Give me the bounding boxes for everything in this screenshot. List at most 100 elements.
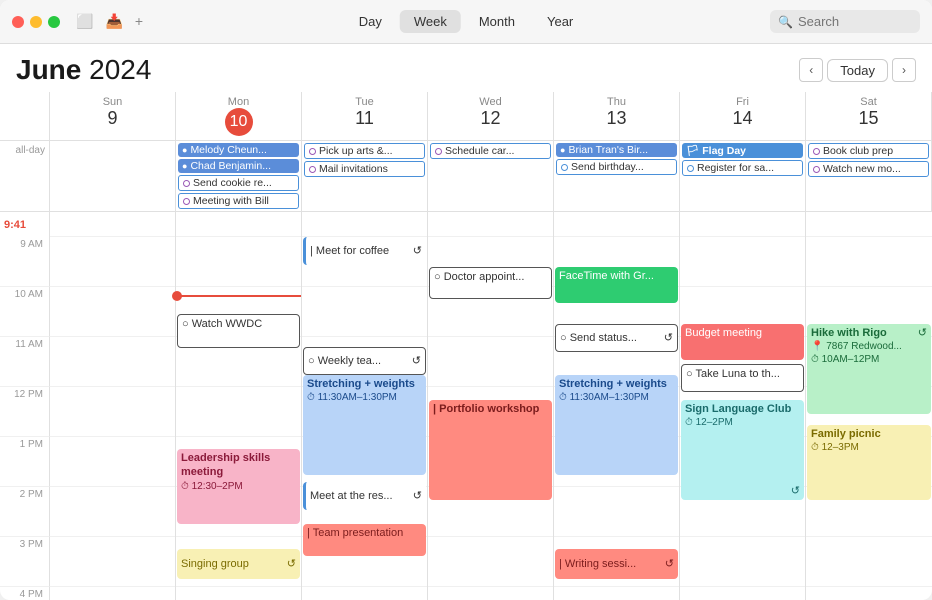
time-9am: 9 AM xyxy=(0,237,50,287)
allday-sat: Book club prep Watch new mo... xyxy=(806,141,932,211)
calendar-window: ⬜ 📥 + Day Week Month Year 🔍 June 2024 ‹ … xyxy=(0,0,932,600)
day-header-tue: Tue 11 xyxy=(302,92,428,140)
event-icon: ● xyxy=(182,145,187,155)
titlebar-right: 🔍 xyxy=(770,10,920,33)
event-doctor[interactable]: ○ Doctor appoint... xyxy=(429,267,552,299)
col-tue: | Meet for coffee↺ ○ Weekly tea...↺ Stre… xyxy=(302,212,428,600)
col-mon: ○ Watch WWDC Leadership skills meeting ⏱… xyxy=(176,212,302,600)
event-sign-language[interactable]: Sign Language Club ⏱ 12–2PM ↺ xyxy=(681,400,804,500)
event-register[interactable]: Register for sa... xyxy=(682,160,803,176)
event-leadership[interactable]: Leadership skills meeting ⏱ 12:30–2PM xyxy=(177,449,300,524)
allday-row: all-day ● Melody Cheun... ● Chad Benjami… xyxy=(0,141,932,212)
day-headers: Sun 9 Mon 10 Tue 11 Wed 12 Thu 13 xyxy=(0,92,932,141)
view-tabs: Day Week Month Year xyxy=(345,10,588,33)
event-meeting-bill[interactable]: Meeting with Bill xyxy=(178,193,299,209)
col-sat: Hike with Rigo ↺ 📍 7867 Redwood... ⏱ 10A… xyxy=(806,212,932,600)
time-grid: 9:41 9 AM 10 AM 11 AM 12 PM 1 PM 2 PM 3 … xyxy=(0,212,932,600)
time-grid-inner: 9:41 9 AM 10 AM 11 AM 12 PM 1 PM 2 PM 3 … xyxy=(0,212,932,600)
event-pickup-arts[interactable]: Pick up arts &... xyxy=(304,143,425,159)
event-writing[interactable]: | Writing sessi...↺ xyxy=(555,549,678,579)
main-content: June 2024 ‹ Today › Sun 9 Mon 10 xyxy=(0,44,932,600)
sidebar-toggle-icon[interactable]: ⬜ xyxy=(76,13,93,30)
event-team-presentation[interactable]: | Team presentation xyxy=(303,524,426,556)
search-input[interactable] xyxy=(798,14,912,29)
tab-year[interactable]: Year xyxy=(533,10,587,33)
event-singing[interactable]: Singing group↺ xyxy=(177,549,300,579)
event-send-birthday[interactable]: Send birthday... xyxy=(556,159,677,175)
time-3pm: 3 PM xyxy=(0,537,50,587)
time-1pm: 1 PM xyxy=(0,437,50,487)
event-send-status[interactable]: ○ Send status...↺ xyxy=(555,324,678,352)
dot-icon xyxy=(561,164,568,171)
month-year-title: June 2024 xyxy=(16,54,151,86)
calendar-grid: Sun 9 Mon 10 Tue 11 Wed 12 Thu 13 xyxy=(0,92,932,600)
dot-icon xyxy=(309,148,316,155)
event-schedule-car[interactable]: Schedule car... xyxy=(430,143,551,159)
event-brian-bday[interactable]: ● Brian Tran's Bir... xyxy=(556,143,677,157)
next-button[interactable]: › xyxy=(892,58,916,82)
event-portfolio[interactable]: | Portfolio workshop xyxy=(429,400,552,500)
inbox-icon[interactable]: 📥 xyxy=(105,13,122,30)
day-header-mon: Mon 10 xyxy=(176,92,302,140)
allday-wed: Schedule car... xyxy=(428,141,554,211)
dot-icon xyxy=(813,148,820,155)
time-11am: 11 AM xyxy=(0,337,50,387)
event-budget[interactable]: Budget meeting xyxy=(681,324,804,360)
current-time-dot xyxy=(172,291,182,301)
today-button[interactable]: Today xyxy=(827,59,888,82)
search-icon: 🔍 xyxy=(778,15,793,29)
nav-buttons: ‹ Today › xyxy=(799,58,916,82)
event-watch-wwdc[interactable]: ○ Watch WWDC xyxy=(177,314,300,348)
event-hike[interactable]: Hike with Rigo ↺ 📍 7867 Redwood... ⏱ 10A… xyxy=(807,324,931,414)
allday-fri: 🏳 Flag Day Register for sa... xyxy=(680,141,806,211)
allday-thu: ● Brian Tran's Bir... Send birthday... xyxy=(554,141,680,211)
allday-label: all-day xyxy=(0,141,50,211)
event-watch-new[interactable]: Watch new mo... xyxy=(808,161,929,177)
search-box[interactable]: 🔍 xyxy=(770,10,920,33)
event-icon: ● xyxy=(560,145,565,155)
titlebar-icons: ⬜ 📥 + xyxy=(76,13,143,30)
event-melody[interactable]: ● Melody Cheun... xyxy=(178,143,299,157)
event-facetime[interactable]: FaceTime with Gr... xyxy=(555,267,678,303)
prev-button[interactable]: ‹ xyxy=(799,58,823,82)
dot-icon xyxy=(687,165,694,172)
time-12pm: 12 PM xyxy=(0,387,50,437)
current-time-line xyxy=(176,295,301,297)
col-sun xyxy=(50,212,176,600)
time-4pm: 4 PM xyxy=(0,587,50,600)
tab-week[interactable]: Week xyxy=(400,10,461,33)
maximize-button[interactable] xyxy=(48,16,60,28)
close-button[interactable] xyxy=(12,16,24,28)
allday-sun xyxy=(50,141,176,211)
col-thu: FaceTime with Gr... ○ Send status...↺ St… xyxy=(554,212,680,600)
event-luna[interactable]: ○ Take Luna to th... xyxy=(681,364,804,392)
event-stretching-tue[interactable]: Stretching + weights ⏱ 11:30AM–1:30PM xyxy=(303,375,426,475)
allday-mon: ● Melody Cheun... ● Chad Benjamin... Sen… xyxy=(176,141,302,211)
event-mail-invitations[interactable]: Mail invitations xyxy=(304,161,425,177)
tab-month[interactable]: Month xyxy=(465,10,529,33)
day-header-sun: Sun 9 xyxy=(50,92,176,140)
titlebar: ⬜ 📥 + Day Week Month Year 🔍 xyxy=(0,0,932,44)
time-column: 9:41 9 AM 10 AM 11 AM 12 PM 1 PM 2 PM 3 … xyxy=(0,212,50,600)
day-header-sat: Sat 15 xyxy=(806,92,932,140)
month-header: June 2024 ‹ Today › xyxy=(0,44,932,92)
event-book-club[interactable]: Book club prep xyxy=(808,143,929,159)
day-header-wed: Wed 12 xyxy=(428,92,554,140)
col-fri: Budget meeting ○ Take Luna to th... Sign… xyxy=(680,212,806,600)
tab-day[interactable]: Day xyxy=(345,10,396,33)
add-icon[interactable]: + xyxy=(135,13,143,30)
current-time-label: 9:41 xyxy=(2,219,28,231)
event-stretching-thu[interactable]: Stretching + weights ⏱ 11:30AM–1:30PM xyxy=(555,375,678,475)
event-send-cookie[interactable]: Send cookie re... xyxy=(178,175,299,191)
header-spacer xyxy=(0,92,50,140)
event-meet-res[interactable]: Meet at the res...↺ xyxy=(303,482,426,510)
event-meet-coffee[interactable]: | Meet for coffee↺ xyxy=(303,237,426,265)
event-family-picnic[interactable]: Family picnic ⏱ 12–3PM xyxy=(807,425,931,500)
event-weekly-tea[interactable]: ○ Weekly tea...↺ xyxy=(303,347,426,375)
event-chad[interactable]: ● Chad Benjamin... xyxy=(178,159,299,173)
col-wed: ○ Doctor appoint... | Portfolio workshop xyxy=(428,212,554,600)
dot-icon xyxy=(813,166,820,173)
dot-icon xyxy=(435,148,442,155)
event-flag-day[interactable]: 🏳 Flag Day xyxy=(682,143,803,158)
minimize-button[interactable] xyxy=(30,16,42,28)
